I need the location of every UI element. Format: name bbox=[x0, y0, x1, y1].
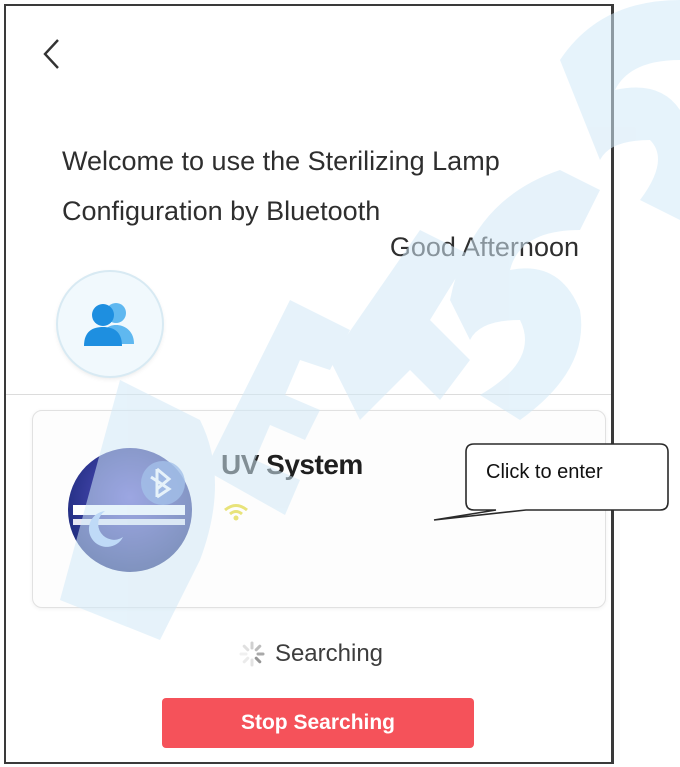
section-divider bbox=[6, 394, 611, 395]
callout-bubble bbox=[433, 443, 669, 521]
back-button[interactable] bbox=[36, 34, 70, 74]
greeting-text: Good Afternoon bbox=[389, 232, 579, 262]
welcome-line-2: Configuration by Bluetooth bbox=[62, 196, 381, 226]
wifi-signal-icon bbox=[224, 504, 248, 521]
users-icon bbox=[84, 303, 134, 346]
welcome-line-1: Welcome to use the Sterilizing Lamp bbox=[62, 146, 500, 176]
chevron-left-icon bbox=[43, 39, 59, 69]
profile-avatar[interactable] bbox=[58, 272, 162, 376]
searching-label: Searching bbox=[274, 640, 384, 667]
search-status: Searching bbox=[6, 640, 611, 668]
device-name: UV System bbox=[221, 449, 363, 480]
app-screen: Welcome to use the Sterilizing Lamp Conf… bbox=[4, 4, 614, 764]
stop-searching-button[interactable]: Stop Searching bbox=[162, 698, 474, 748]
spinner-icon bbox=[239, 641, 265, 667]
welcome-message: Welcome to use the Sterilizing Lamp Conf… bbox=[62, 136, 602, 236]
bluetooth-uv-lamp-icon bbox=[68, 448, 192, 572]
callout-text: Click to enter bbox=[486, 461, 603, 483]
